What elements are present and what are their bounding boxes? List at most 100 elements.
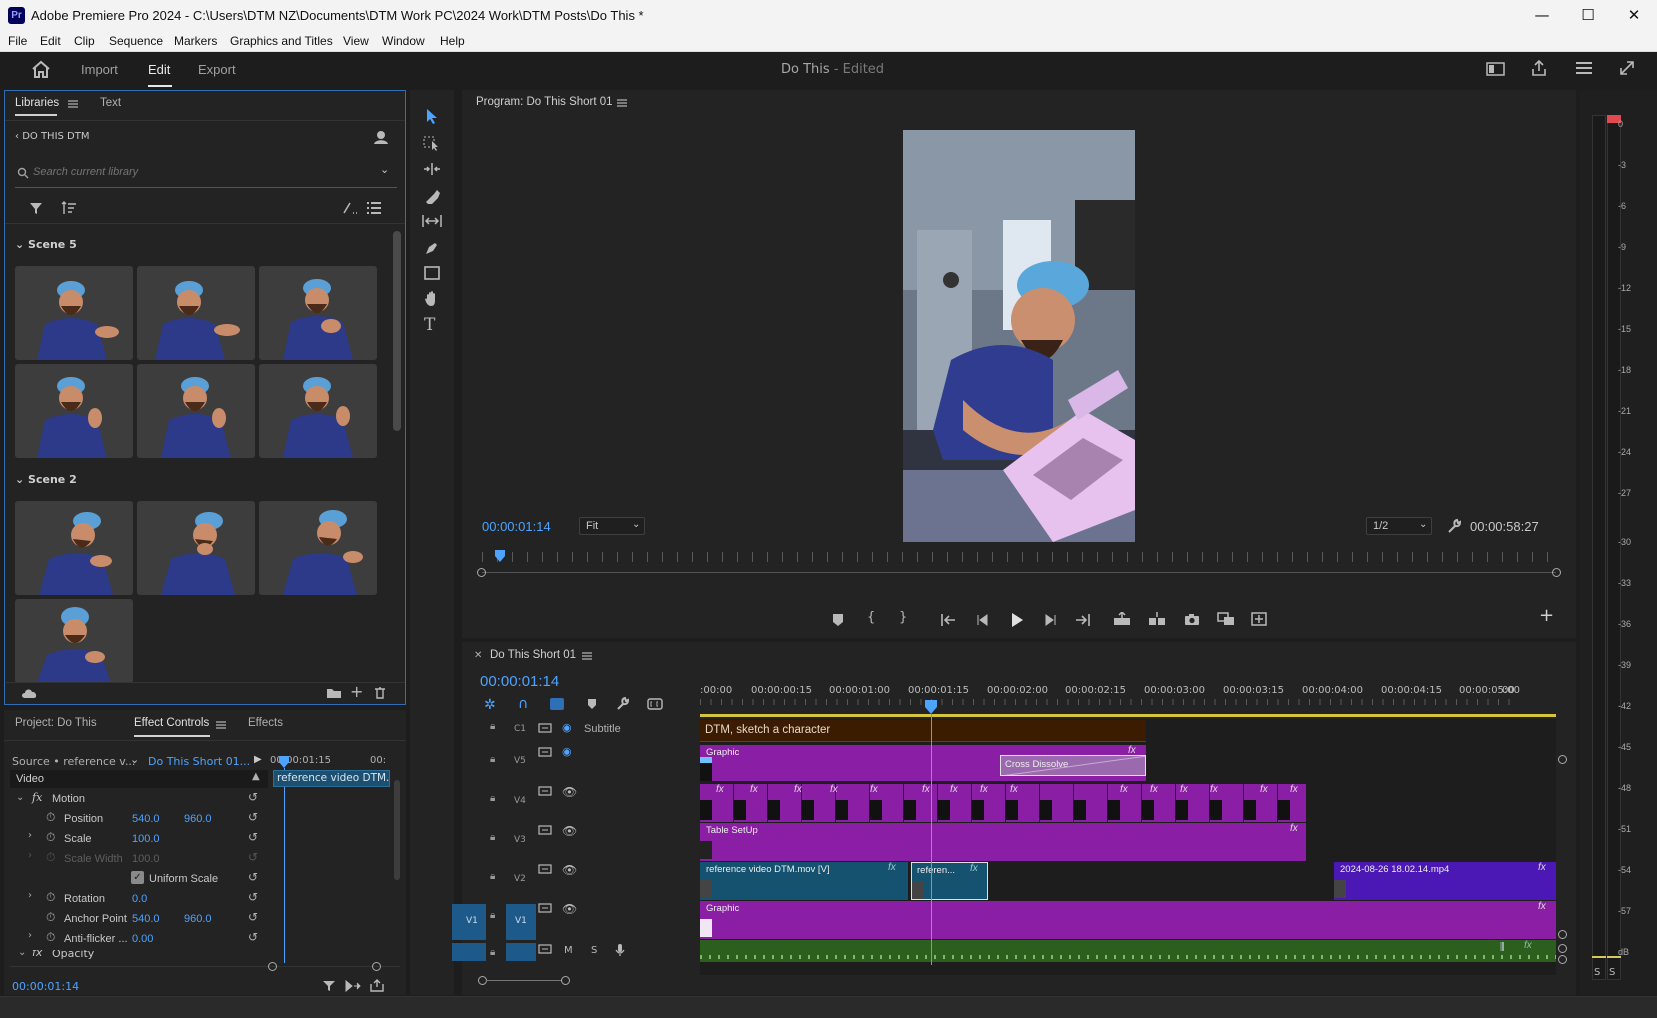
thumbnail-size-icon[interactable] bbox=[343, 201, 357, 215]
audio-zoom-handle-top[interactable] bbox=[1558, 944, 1567, 953]
mute-button[interactable]: M bbox=[564, 945, 573, 956]
position-y-value[interactable]: 960.0 bbox=[184, 813, 212, 825]
stopwatch-icon[interactable]: ⏱ bbox=[46, 930, 55, 945]
wrench-icon[interactable] bbox=[1446, 518, 1462, 534]
filter-icon[interactable] bbox=[322, 980, 336, 992]
reset-icon[interactable]: ↺ bbox=[248, 930, 258, 944]
library-graphic-thumbnail[interactable] bbox=[137, 501, 255, 595]
fx-badge-icon[interactable]: fx bbox=[1180, 784, 1188, 795]
library-graphic-thumbnail[interactable] bbox=[15, 501, 133, 595]
rectangle-tool-icon[interactable] bbox=[424, 266, 440, 280]
work-area-bar[interactable] bbox=[700, 714, 1556, 717]
track-target-v1[interactable]: V1 bbox=[506, 904, 536, 940]
panel-menu-icon[interactable] bbox=[68, 99, 78, 109]
zoom-dropdown[interactable]: Fit ⌄ bbox=[579, 517, 645, 535]
button-editor-add-icon[interactable]: + bbox=[1539, 605, 1554, 626]
captions-icon[interactable] bbox=[647, 698, 663, 710]
track-output-icon[interactable] bbox=[538, 786, 552, 796]
playhead-marker[interactable] bbox=[495, 550, 505, 562]
play-icon[interactable] bbox=[1010, 612, 1024, 628]
fx-badge-icon[interactable]: fx bbox=[32, 791, 42, 804]
anchor-y-value[interactable]: 960.0 bbox=[184, 913, 212, 925]
track-output-icon[interactable] bbox=[538, 723, 552, 733]
rotation-value[interactable]: 0.0 bbox=[132, 893, 147, 905]
tab-text[interactable]: Text bbox=[100, 97, 121, 109]
a1-audio-clip[interactable]: ⫼ fx bbox=[700, 940, 1556, 962]
tab-effects[interactable]: Effects bbox=[248, 717, 283, 729]
panel-layout-icon[interactable] bbox=[1486, 61, 1506, 77]
ripple-edit-tool-icon[interactable] bbox=[423, 162, 441, 176]
fx-badge-icon[interactable]: fx bbox=[980, 784, 988, 795]
group-scene-2[interactable]: ⌄ Scene 2 bbox=[15, 473, 77, 486]
chevron-down-icon[interactable]: ⌄ bbox=[380, 163, 389, 176]
eye-icon[interactable]: 👁︎ bbox=[562, 824, 577, 838]
add-icon[interactable]: + bbox=[350, 682, 363, 701]
reset-icon[interactable]: ↺ bbox=[248, 790, 258, 804]
tab-export[interactable]: Export bbox=[198, 62, 236, 77]
export-icon[interactable] bbox=[370, 979, 384, 992]
v4-graphic-clips[interactable]: fx fx fx fx fx fx fx fx fx fx fx fx fx f… bbox=[700, 784, 1306, 822]
go-to-in-icon[interactable] bbox=[941, 613, 957, 627]
lock-icon[interactable]: 🔒︎ bbox=[490, 871, 495, 882]
menu-help[interactable]: Help bbox=[440, 34, 465, 48]
v1-graphic-clip[interactable]: Graphic fx bbox=[700, 901, 1556, 939]
fx-badge-icon[interactable]: fx bbox=[1538, 862, 1546, 873]
monitor-scrub-bar[interactable] bbox=[482, 572, 1556, 573]
library-graphic-thumbnail[interactable] bbox=[15, 599, 133, 683]
sequence-clip-label[interactable]: Do This Short 01... bbox=[148, 755, 250, 768]
track-output-icon[interactable] bbox=[538, 864, 552, 874]
library-graphic-thumbnail[interactable] bbox=[15, 364, 133, 458]
fx-badge-icon[interactable]: fx bbox=[716, 784, 724, 795]
fx-badge-icon[interactable]: fx bbox=[1010, 784, 1018, 795]
linked-selection-icon[interactable] bbox=[550, 698, 564, 710]
waveform-icon[interactable]: ⫼ bbox=[1500, 942, 1505, 953]
extract-icon[interactable] bbox=[1148, 612, 1166, 626]
fx-badge-icon[interactable]: fx bbox=[1210, 784, 1218, 795]
add-marker-icon[interactable] bbox=[587, 698, 597, 710]
menu-file[interactable]: File bbox=[8, 34, 27, 48]
zoom-handle-left[interactable] bbox=[268, 962, 277, 971]
tab-edit[interactable]: Edit bbox=[148, 62, 170, 77]
v2-mp4-clip[interactable]: 2024-08-26 18.02.14.mp4 fx bbox=[1334, 862, 1556, 900]
reset-icon[interactable]: ↺ bbox=[248, 830, 258, 844]
share-icon[interactable] bbox=[1530, 59, 1548, 77]
fx-badge-icon[interactable]: fx bbox=[830, 784, 838, 795]
tab-import[interactable]: Import bbox=[81, 62, 118, 77]
library-breadcrumb[interactable]: ‹ DO THIS DTM bbox=[15, 131, 89, 142]
program-monitor-title[interactable]: Program: Do This Short 01 bbox=[476, 96, 613, 108]
playhead-timecode[interactable]: 00:00:01:14 bbox=[482, 519, 551, 534]
trash-icon[interactable] bbox=[374, 687, 386, 699]
v2-reference-video-clip[interactable]: reference video DTM.mov [V] fx bbox=[700, 862, 908, 900]
fx-badge-icon[interactable]: fx bbox=[1260, 784, 1268, 795]
play-only-audio-icon[interactable] bbox=[345, 980, 361, 992]
opacity-row[interactable]: ⌄ fx Opacity bbox=[10, 950, 268, 960]
playhead-marker[interactable] bbox=[279, 756, 289, 768]
solo-left-button[interactable]: S bbox=[1594, 967, 1600, 978]
fx-badge-icon[interactable]: fx bbox=[1290, 823, 1298, 834]
stopwatch-icon[interactable]: ⏱ bbox=[46, 810, 55, 825]
uniform-scale-checkbox[interactable]: ✓ bbox=[131, 871, 144, 884]
mark-in-icon[interactable]: { bbox=[867, 610, 875, 625]
lift-icon[interactable] bbox=[1113, 612, 1131, 626]
menu-view[interactable]: View bbox=[343, 34, 369, 48]
chevron-down-icon[interactable]: ⌄ bbox=[16, 792, 24, 803]
zoom-handle-right[interactable] bbox=[1552, 568, 1561, 577]
hand-tool-icon[interactable] bbox=[424, 290, 440, 308]
library-graphic-thumbnail[interactable] bbox=[137, 266, 255, 360]
stopwatch-icon[interactable]: ⏱ bbox=[46, 910, 55, 925]
home-icon[interactable] bbox=[31, 60, 51, 78]
panel-menu-icon[interactable] bbox=[582, 651, 592, 661]
cloud-icon[interactable] bbox=[21, 687, 39, 699]
track-zoom-handle-top[interactable] bbox=[1558, 755, 1567, 764]
microphone-icon[interactable] bbox=[614, 943, 626, 957]
mark-out-icon[interactable]: } bbox=[899, 610, 907, 625]
horizontal-zoom-handle-right[interactable] bbox=[561, 976, 570, 985]
tab-libraries[interactable]: Libraries bbox=[15, 97, 59, 109]
anchor-x-value[interactable]: 540.0 bbox=[132, 913, 160, 925]
eye-icon[interactable]: 👁︎ bbox=[562, 863, 577, 877]
tab-project[interactable]: Project: Do This bbox=[15, 717, 97, 729]
library-graphic-thumbnail[interactable] bbox=[259, 266, 377, 360]
effect-controls-timecode[interactable]: 00:00:01:14 bbox=[12, 980, 79, 993]
minimize-button[interactable]: — bbox=[1519, 0, 1565, 31]
timeline-timecode[interactable]: 00:00:01:14 bbox=[480, 673, 559, 690]
